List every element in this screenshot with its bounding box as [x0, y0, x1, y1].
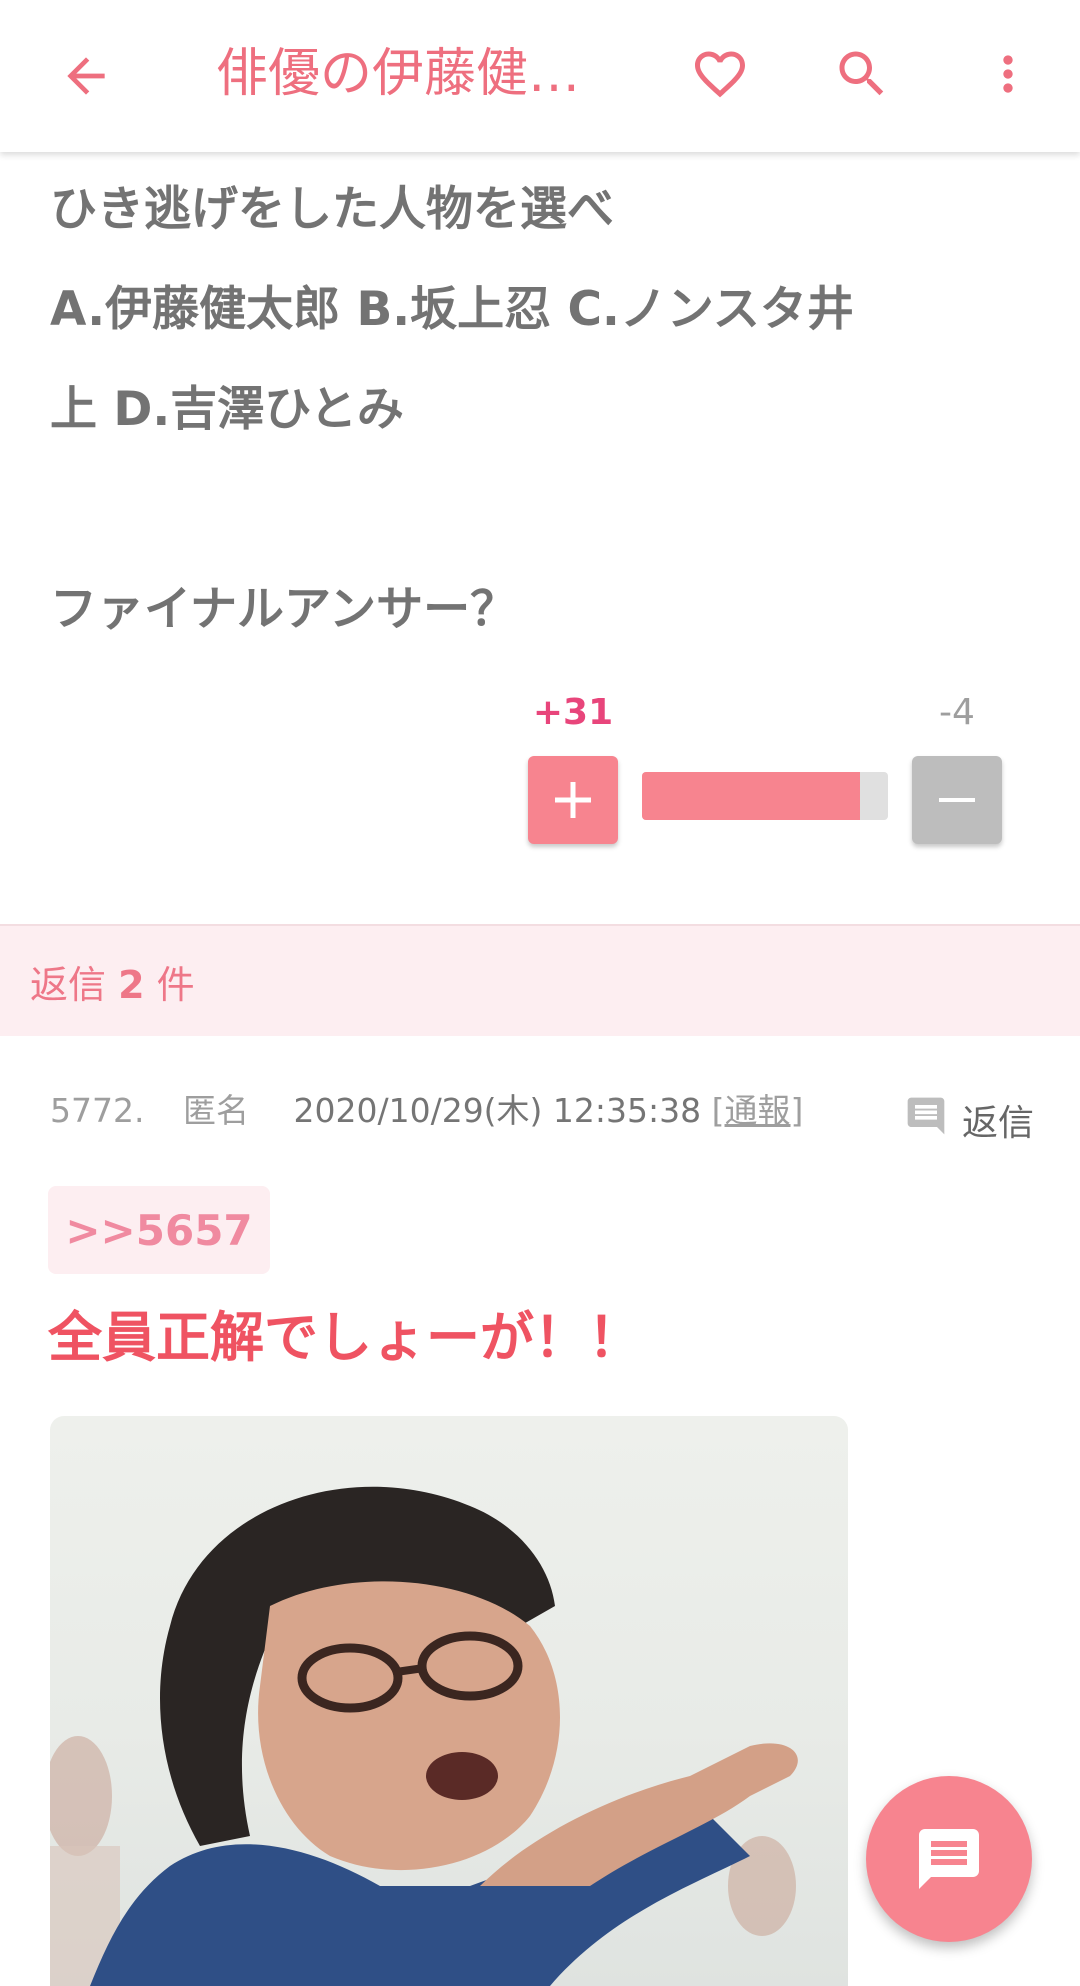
arrow-left-icon	[67, 57, 105, 95]
back-button[interactable]	[40, 30, 132, 122]
heart-outline-icon	[695, 51, 745, 98]
replies-count-bar[interactable]: 返信 2 件	[0, 924, 1080, 1036]
more-vertical-icon	[1003, 55, 1013, 93]
search-icon	[839, 51, 884, 96]
write-comment-fab[interactable]	[866, 1776, 1032, 1942]
report-bracket-close: ]	[790, 1091, 804, 1130]
replies-suffix: 件	[156, 963, 195, 1007]
report-label: 通報	[724, 1091, 791, 1130]
comment-line: ひき逃げをした人物を選べ	[50, 182, 614, 237]
comment-icon	[907, 1097, 945, 1135]
replies-count: 2	[118, 963, 145, 1007]
minus-vote-count: -4	[939, 692, 975, 733]
search-button[interactable]	[816, 28, 908, 120]
photo-illustration	[50, 1486, 798, 1986]
replies-count-label: 返信 2 件	[30, 954, 195, 1009]
reply-number: 5772.	[50, 1091, 145, 1130]
report-bracket-open: [	[711, 1091, 725, 1130]
plus-icon	[555, 782, 591, 818]
more-options-button[interactable]	[962, 28, 1054, 120]
favorite-button[interactable]	[674, 28, 766, 120]
page-title: 俳優の伊藤健…	[216, 44, 581, 104]
plus-vote-count: +31	[532, 692, 614, 733]
top-app-bar: 俳優の伊藤健…	[0, 0, 1080, 152]
reply-meta: 5772. 匿名 2020/10/29(木) 12:35:38 [通報]	[50, 1084, 803, 1138]
vote-ratio-bar	[642, 772, 888, 820]
comment-icon	[919, 1829, 979, 1889]
reply-button[interactable]: 返信	[904, 1086, 1034, 1146]
reply-image[interactable]	[50, 1416, 848, 1986]
report-link[interactable]: [通報]	[712, 1091, 804, 1130]
comment-line	[50, 460, 1010, 560]
reply-text: 全員正解でしょーが！！	[48, 1306, 642, 1369]
vote-ratio-fill	[642, 772, 860, 820]
reply-anchor-link[interactable]: >>5657	[48, 1186, 270, 1274]
reply-label: 返信	[962, 1103, 1035, 1144]
comment-line: 上 D.吉澤ひとみ	[50, 382, 404, 437]
reply-author: 匿名	[182, 1091, 249, 1130]
plus-vote-button[interactable]	[528, 756, 618, 844]
minus-vote-button[interactable]	[912, 756, 1002, 844]
comment-line: A.伊藤健太郎 B.坂上忍 C.ノンスタ井	[50, 282, 854, 337]
comment-line: ファイナルアンサー？	[50, 582, 518, 637]
replies-prefix: 返信	[30, 963, 107, 1007]
minus-icon	[939, 798, 975, 802]
reply-datetime: 2020/10/29(木) 12:35:38	[293, 1091, 702, 1130]
comment-body: ひき逃げをした人物を選べ A.伊藤健太郎 B.坂上忍 C.ノンスタ井 上 D.吉…	[50, 160, 1010, 660]
